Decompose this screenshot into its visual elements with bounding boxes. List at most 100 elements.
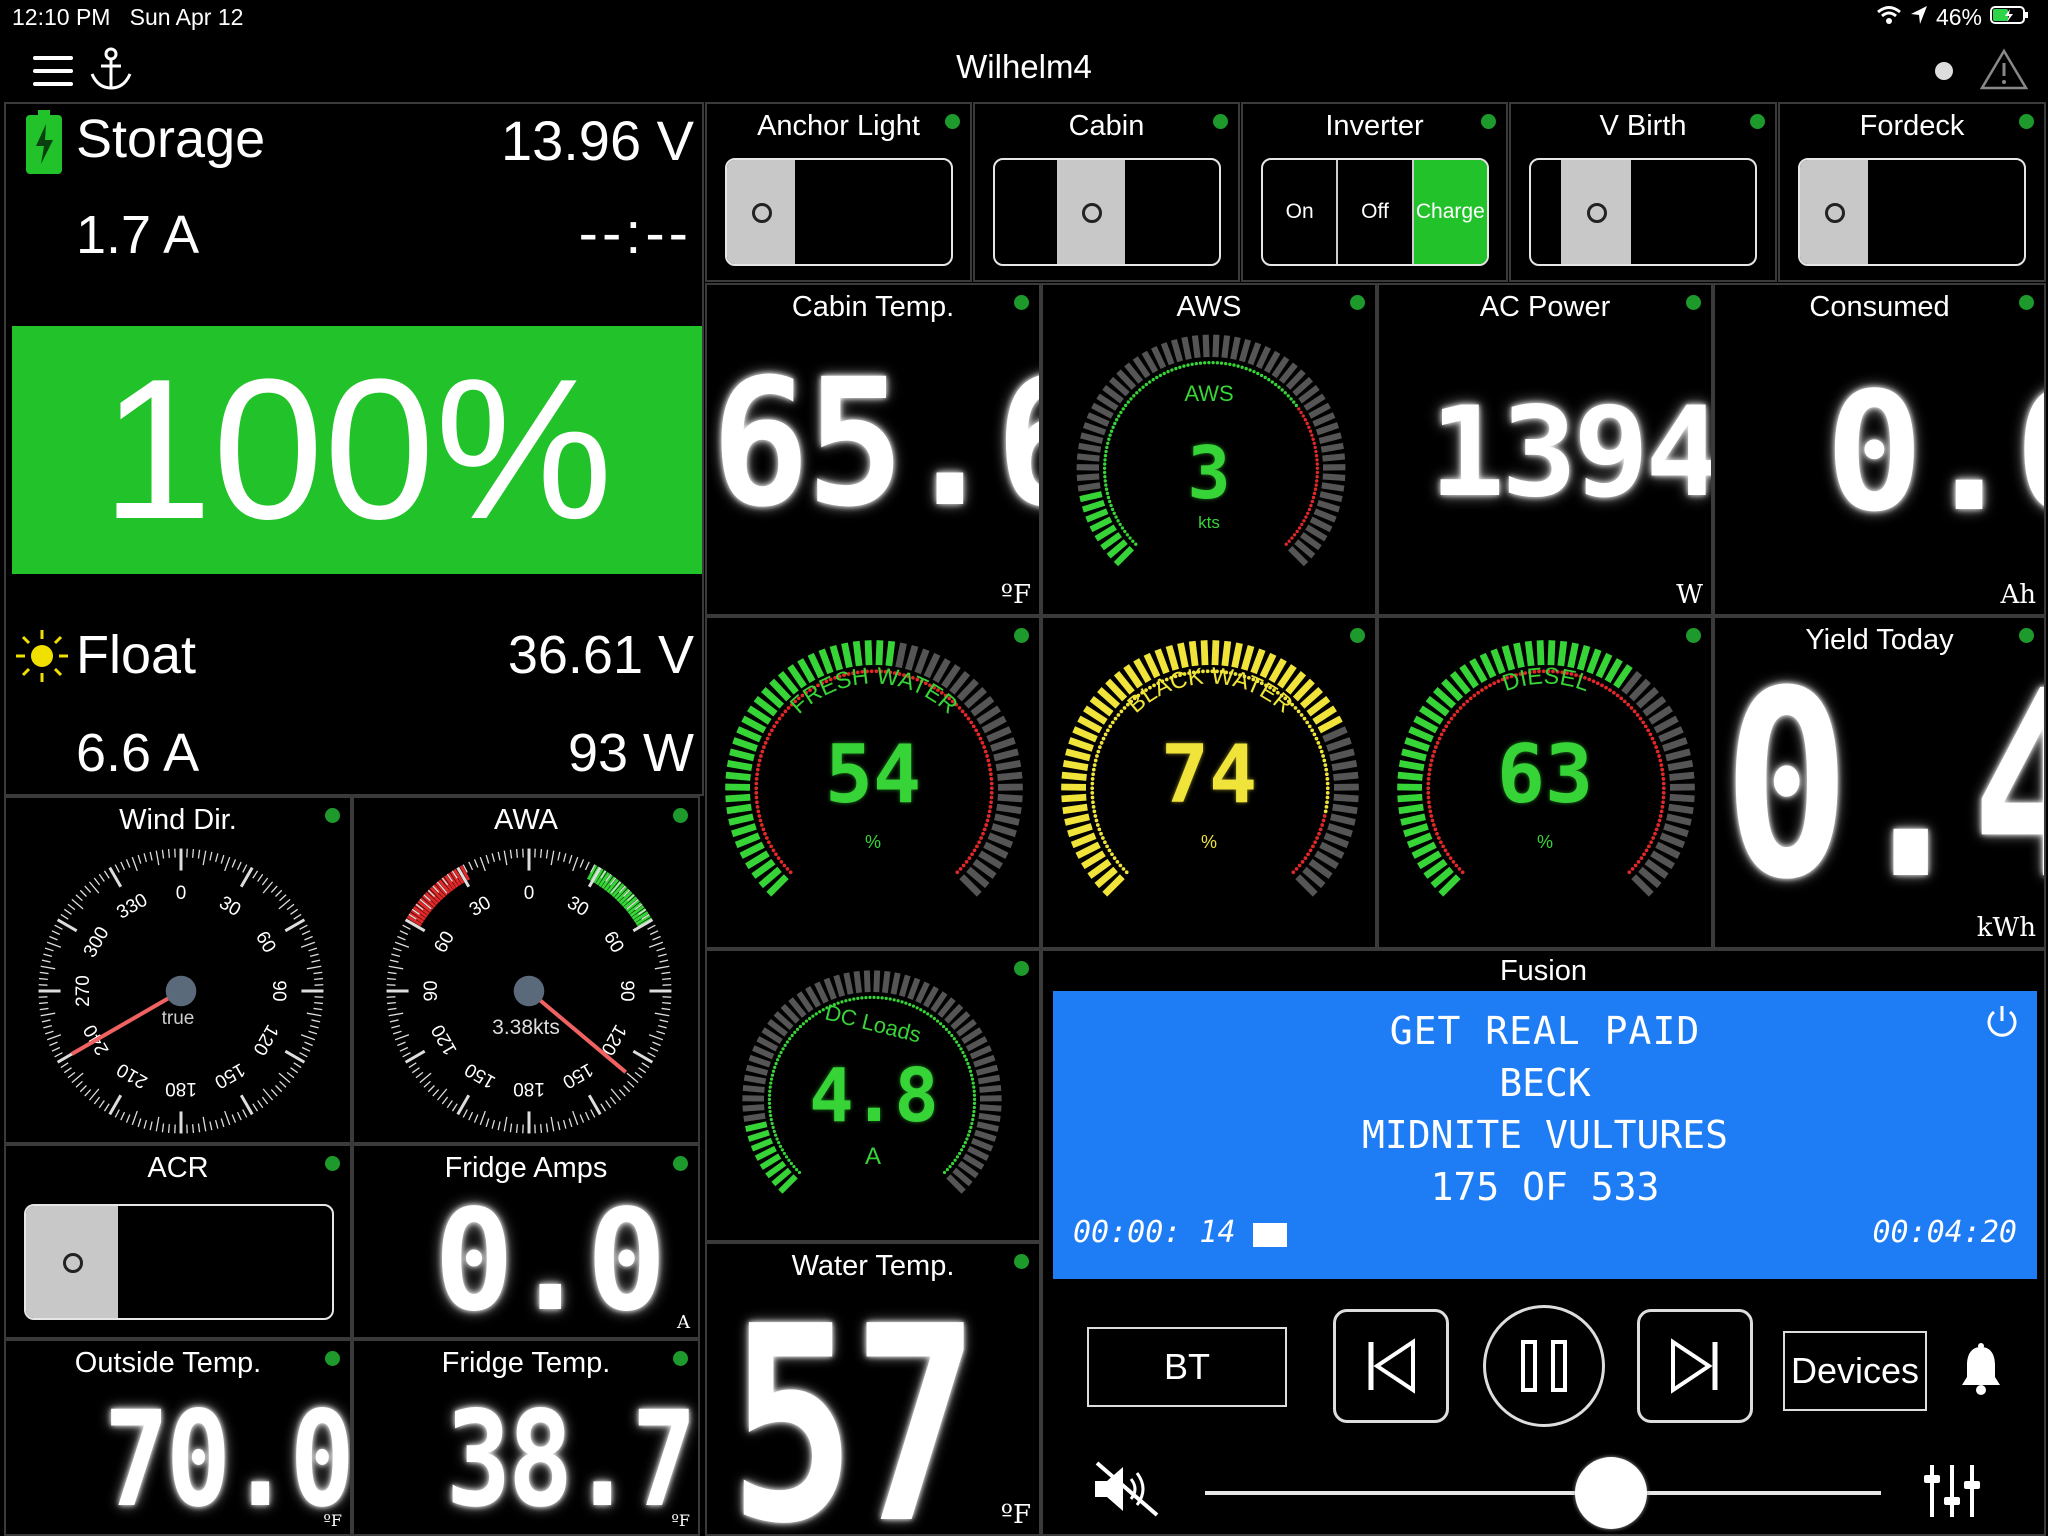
anchor-light-switch[interactable]: [725, 158, 953, 266]
gauge-arc-dot: [1134, 542, 1138, 546]
dial-tick: [503, 1116, 508, 1132]
gauge-arc-dot: [942, 1170, 947, 1175]
status-time: 12:10 PM Sun Apr 12: [12, 4, 243, 31]
dial-tick: [540, 1124, 543, 1133]
status-clock: 12:10 PM: [12, 4, 111, 30]
alarm-bell-button[interactable]: [1959, 1343, 2003, 1400]
status-dot: [673, 808, 688, 823]
bt-source-button[interactable]: BT: [1087, 1327, 1287, 1407]
dial-tick: [641, 1062, 650, 1069]
gauge-tick: [915, 981, 930, 1004]
dial-tick: [131, 856, 138, 872]
dial-tick: [231, 1114, 237, 1123]
next-track-button[interactable]: [1637, 1309, 1753, 1423]
volume-thumb[interactable]: [1574, 1457, 1647, 1529]
gauge-tick: [895, 642, 907, 669]
fordeck-switch[interactable]: [1798, 158, 2026, 266]
dial-tick: [236, 1111, 242, 1121]
gauge-arc-dot: [759, 823, 764, 827]
dial-tick: [275, 889, 283, 897]
equalizer-button[interactable]: [1923, 1461, 1981, 1526]
alerts-button[interactable]: [1979, 48, 2029, 95]
dial-tick: [39, 977, 48, 980]
gauge-arc-dot: [955, 870, 960, 875]
dial-tick: [550, 850, 555, 866]
switch-knob: [1057, 160, 1125, 264]
dial-label: 0: [176, 883, 187, 904]
gauge-arc-dot: [1178, 365, 1182, 369]
gauge-tick: [1177, 642, 1189, 669]
gauge-tick: [1240, 645, 1255, 671]
time-remaining: --:--: [578, 201, 692, 266]
black-water-panel: BLACK WATER 74 %: [1041, 616, 1377, 949]
mute-button[interactable]: [1091, 1459, 1163, 1524]
dial-tick: [654, 965, 670, 970]
gauge-arc-dot: [860, 996, 864, 1000]
gauge-tick: [1547, 640, 1556, 666]
acr-switch[interactable]: [24, 1204, 334, 1320]
gauge-arc-dot: [1112, 856, 1117, 860]
consumed-label: Consumed: [1809, 291, 1950, 323]
gauge-arc-dot: [1190, 362, 1194, 366]
anchor-light-label: Anchor Light: [757, 110, 920, 142]
gauge-tick: [1221, 640, 1232, 667]
gauge-arc-dot: [1591, 679, 1596, 684]
dial-tick: [125, 1114, 131, 1123]
gauge-arc-dot: [801, 1022, 806, 1026]
dial-tick: [419, 1072, 432, 1084]
gauge-arc-dot: [1240, 365, 1244, 369]
power-button[interactable]: [1983, 1003, 2021, 1046]
gauge-tick: [1221, 335, 1231, 359]
gauge-arc-dot: [904, 1001, 908, 1005]
dial-tick: [275, 1085, 283, 1093]
dial-tick: [167, 1124, 170, 1133]
gauge-arc-dot: [1626, 702, 1631, 707]
gauge-tick: [904, 645, 919, 671]
gauge-arc-dot: [1629, 706, 1634, 710]
dial-tick: [394, 941, 410, 948]
gauge-arc-dot: [1117, 414, 1121, 418]
dial-label: 90: [421, 980, 442, 1001]
devices-button[interactable]: Devices: [1783, 1331, 1927, 1411]
pause-button[interactable]: [1483, 1305, 1605, 1427]
gauge-arc-dot: [786, 706, 791, 710]
fridge-temp-label: Fridge Temp.: [441, 1347, 611, 1379]
soc-percent: 100%: [101, 338, 613, 561]
dial-tick: [313, 971, 323, 975]
v-birth-switch[interactable]: [1529, 158, 1757, 266]
inverter-on-option[interactable]: On: [1263, 160, 1339, 264]
gauge-arc-dot: [868, 995, 872, 1000]
dial-tick: [451, 1103, 458, 1112]
wind-dir-label: Wind Dir.: [119, 804, 237, 836]
gauge-arc-dot: [1656, 823, 1661, 827]
track-position: 175 OF 533: [1430, 1165, 1660, 1209]
dial-tick: [623, 1085, 631, 1093]
dial-tick: [108, 1094, 123, 1116]
gauge-arc-dot: [761, 827, 766, 832]
dial-tick: [51, 1046, 61, 1052]
gauge-arc-dot: [1492, 681, 1497, 686]
gauge-arc-dot: [1303, 856, 1308, 860]
dial-label: 60: [599, 928, 628, 957]
gauge-arc-dot: [798, 1024, 803, 1029]
gauge-tick: [1230, 336, 1241, 360]
cabin-switch[interactable]: [993, 158, 1221, 266]
dial-tick: [137, 854, 142, 864]
soc-bar: 100%: [12, 326, 702, 574]
inverter-off-option[interactable]: Off: [1338, 160, 1414, 264]
cabin-label: Cabin: [1068, 110, 1145, 142]
battery-panel[interactable]: Storage 13.96 V 1.7 A --:-- 100% Float 3…: [4, 102, 704, 796]
inverter-panel: Inverter On Off Charge: [1241, 102, 1508, 282]
inverter-charge-option[interactable]: Charge: [1413, 160, 1487, 264]
aws-panel: AWS AWS 3 kts: [1041, 283, 1377, 616]
outside-temp-unit: ºF: [323, 1511, 342, 1530]
volume-slider[interactable]: [1205, 1457, 1881, 1529]
gauge-arc-dot: [1472, 693, 1477, 698]
dial-tick: [427, 1085, 435, 1093]
gauge-arc-dot: [1448, 856, 1453, 860]
status-dot: [1481, 114, 1496, 129]
status-dot: [1350, 295, 1365, 310]
dial-hub: [165, 975, 197, 1007]
previous-track-button[interactable]: [1333, 1309, 1449, 1423]
dial-tick: [44, 1030, 54, 1035]
